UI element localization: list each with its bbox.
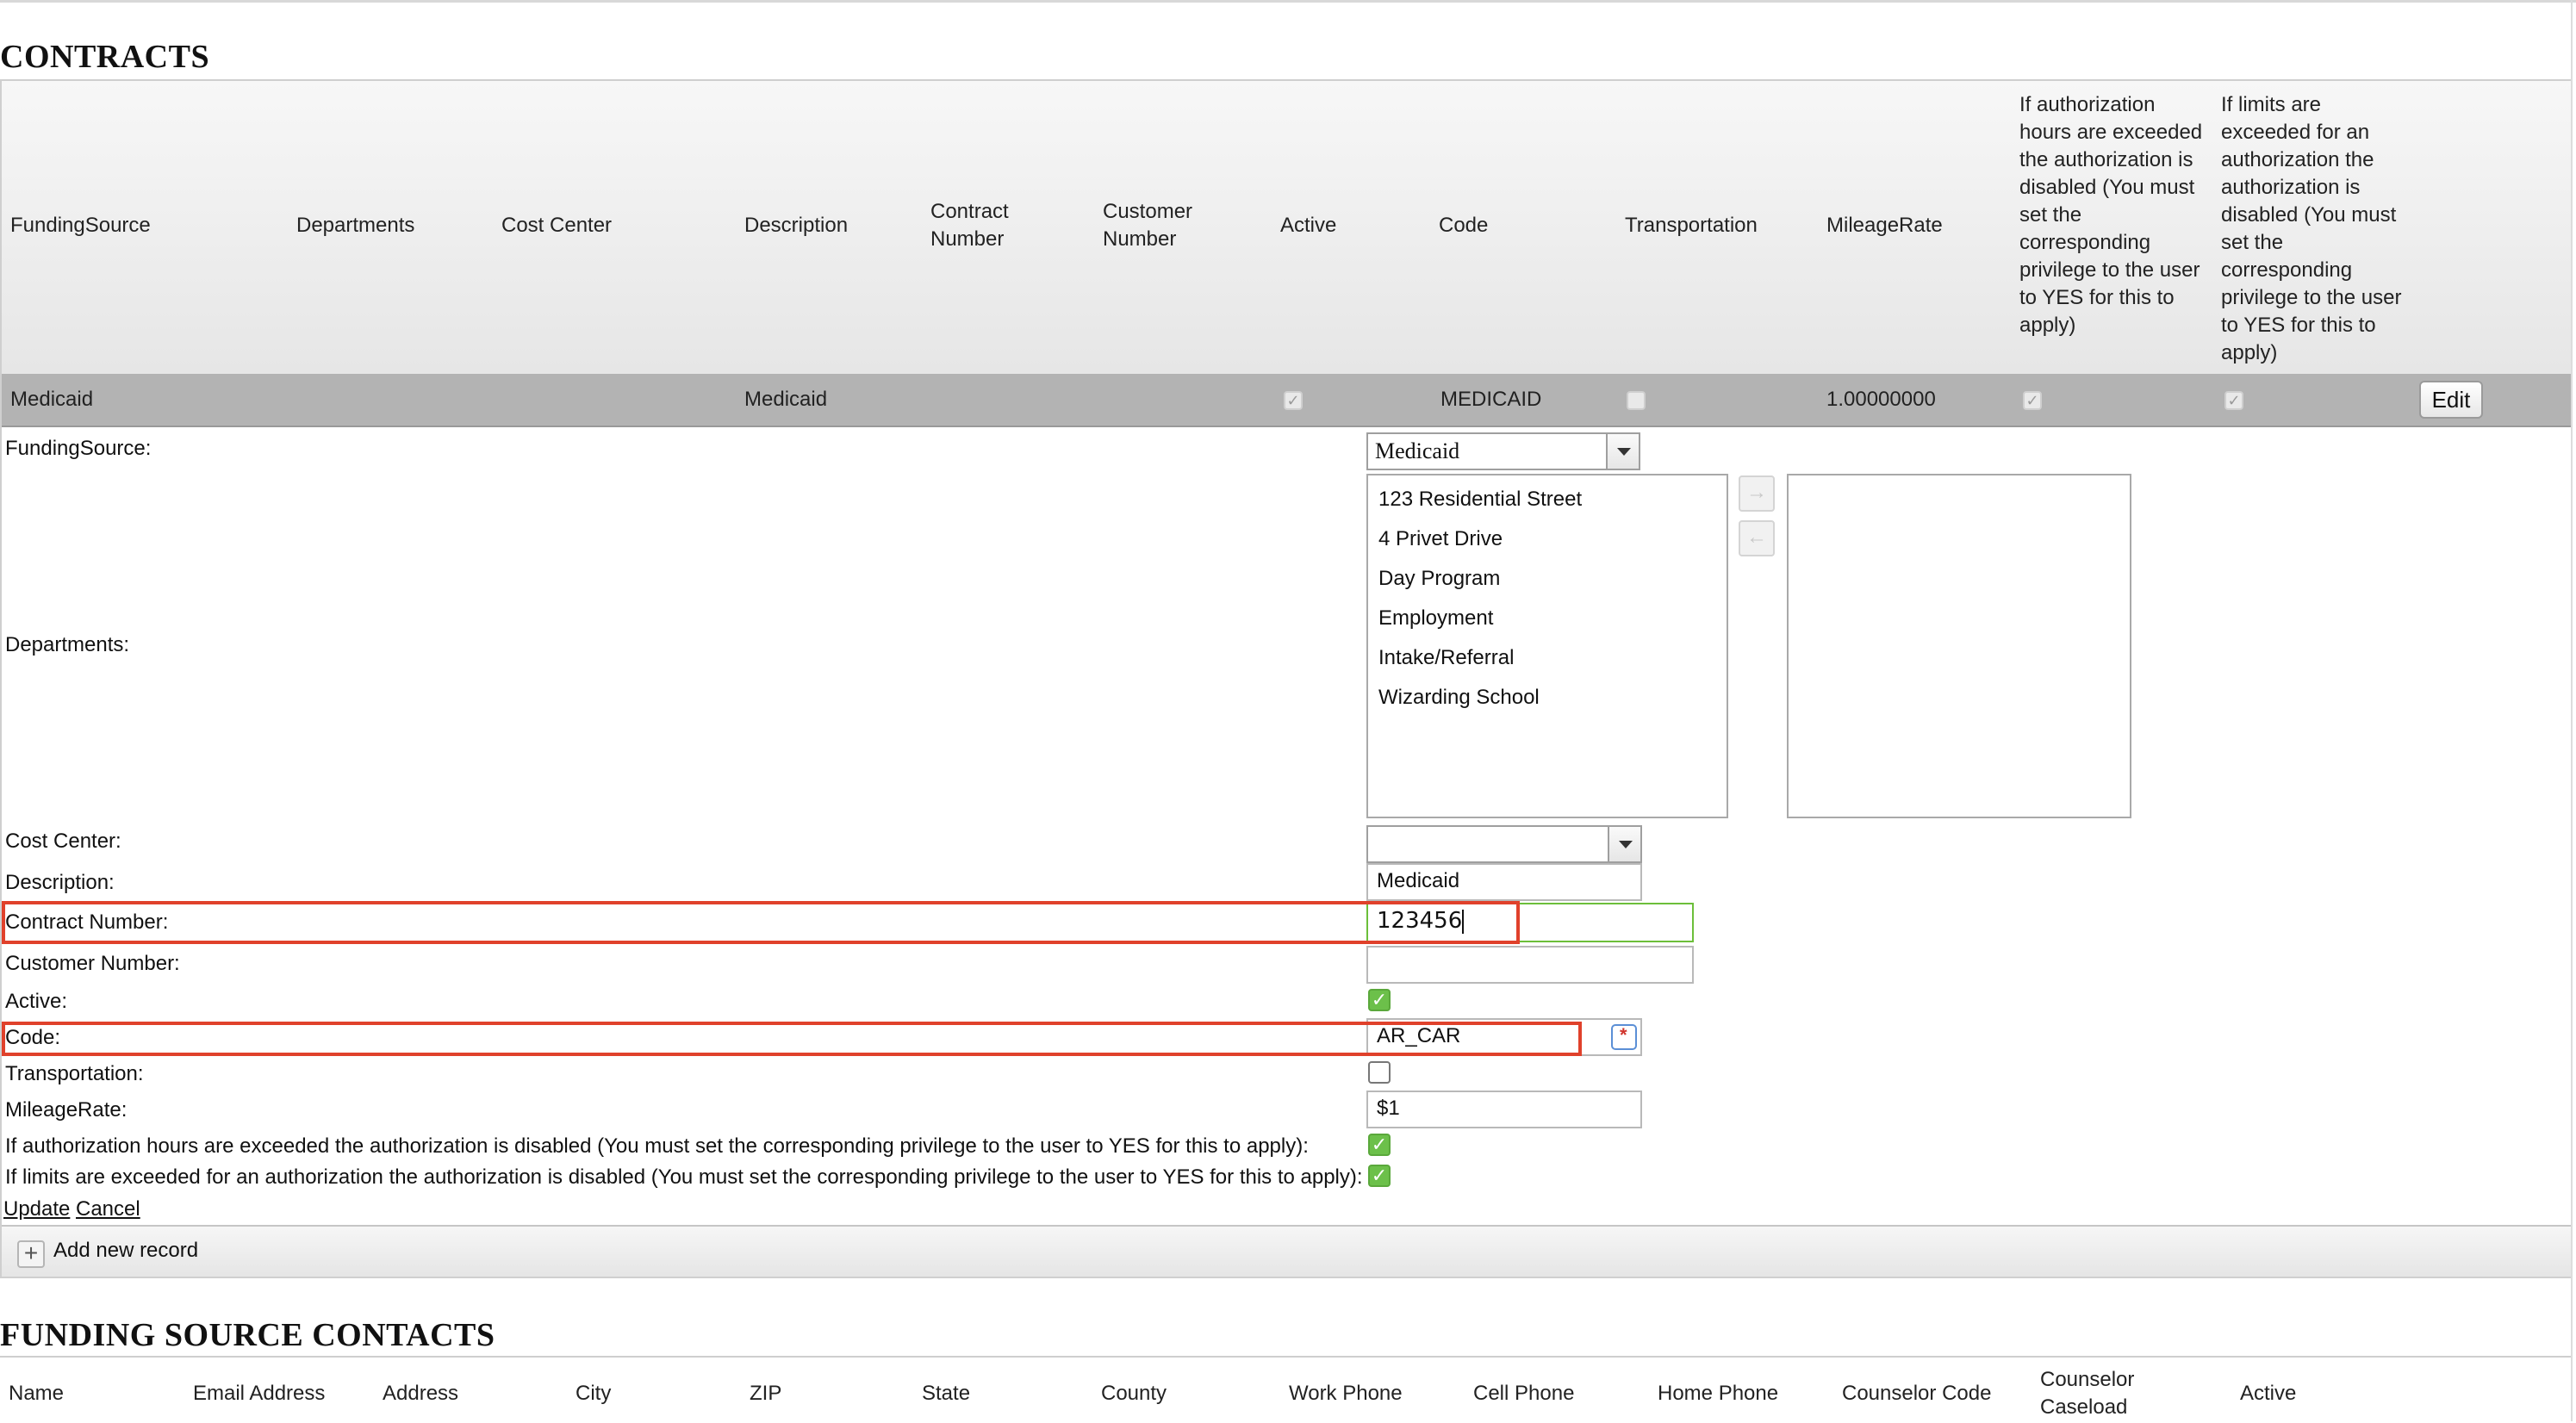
col-city[interactable]: City xyxy=(576,1380,611,1407)
col-funding-source[interactable]: FundingSource xyxy=(10,212,151,239)
col-active[interactable]: Active xyxy=(2240,1380,2296,1407)
customer-number-input[interactable] xyxy=(1366,946,1694,984)
col-cost-center[interactable]: Cost Center xyxy=(501,212,612,239)
row-description: Medicaid xyxy=(744,388,828,411)
funding-source-select[interactable]: Medicaid xyxy=(1366,432,1640,470)
list-item[interactable]: Intake/Referral xyxy=(1378,646,1514,670)
list-item[interactable]: 123 Residential Street xyxy=(1378,488,1582,512)
label-customer-number: Customer Number: xyxy=(5,952,180,975)
list-item[interactable]: Day Program xyxy=(1378,567,1500,591)
label-limits-rule: If limits are exceeded for an authorizat… xyxy=(5,1165,1363,1189)
row-limits-check-icon: ✓ xyxy=(2224,391,2243,410)
col-name[interactable]: Name xyxy=(9,1380,64,1407)
add-new-record-button[interactable]: Add new record xyxy=(53,1239,198,1263)
contracts-title: CONTRACTS xyxy=(0,39,210,75)
departments-selected-list[interactable] xyxy=(1787,474,2131,818)
description-input[interactable]: Medicaid xyxy=(1366,863,1642,901)
col-code[interactable]: Code xyxy=(1439,212,1488,239)
row-code: MEDICAID xyxy=(1440,388,1542,411)
highlight-code xyxy=(2,1022,1582,1056)
top-divider xyxy=(0,0,2576,3)
cost-center-select[interactable] xyxy=(1366,825,1642,863)
row-mileage-rate: 1.00000000 xyxy=(1826,388,1936,411)
col-cell-phone[interactable]: Cell Phone xyxy=(1473,1380,1574,1407)
chevron-down-icon[interactable] xyxy=(1608,827,1640,861)
right-divider xyxy=(2571,0,2573,1421)
grid-toolbar: + Add new record xyxy=(2,1225,2571,1277)
row-active-check-icon: ✓ xyxy=(1284,391,1303,410)
col-active[interactable]: Active xyxy=(1280,212,1336,239)
label-funding-source: FundingSource: xyxy=(5,437,152,460)
col-description[interactable]: Description xyxy=(744,212,848,239)
list-item[interactable]: Wizarding School xyxy=(1378,686,1540,710)
table-row[interactable]: Medicaid Medicaid ✓ MEDICAID 1.00000000 … xyxy=(2,374,2571,427)
col-counselor-caseload[interactable]: Counselor Caseload xyxy=(2040,1366,2152,1421)
col-home-phone[interactable]: Home Phone xyxy=(1658,1380,1778,1407)
highlight-contract-number xyxy=(2,901,1520,944)
col-mileage-rate[interactable]: MileageRate xyxy=(1826,212,1943,239)
col-transportation[interactable]: Transportation xyxy=(1625,212,1758,239)
col-limits-rule[interactable]: If limits are exceeded for an authorizat… xyxy=(2221,91,2407,367)
grid-header: FundingSource Departments Cost Center De… xyxy=(2,81,2571,376)
departments-available-list[interactable]: 123 Residential Street 4 Privet Drive Da… xyxy=(1366,474,1728,818)
active-checkbox[interactable]: ✓ xyxy=(1368,989,1391,1011)
col-state[interactable]: State xyxy=(922,1380,970,1407)
row-funding-source: Medicaid xyxy=(10,388,94,411)
col-customer-number[interactable]: Customer Number xyxy=(1103,198,1215,253)
label-transportation: Transportation: xyxy=(5,1062,144,1085)
update-link[interactable]: Update xyxy=(3,1197,70,1221)
mileage-rate-input[interactable]: $1 xyxy=(1366,1091,1642,1128)
label-mileage-rate: MileageRate: xyxy=(5,1098,128,1122)
required-field-icon[interactable] xyxy=(1611,1024,1637,1050)
col-auth-hours-rule[interactable]: If authorization hours are exceeded the … xyxy=(2019,91,2206,339)
limits-checkbox[interactable]: ✓ xyxy=(1368,1165,1391,1187)
auth-hours-checkbox[interactable]: ✓ xyxy=(1368,1134,1391,1156)
list-item[interactable]: 4 Privet Drive xyxy=(1378,527,1503,551)
label-active: Active: xyxy=(5,990,68,1013)
transportation-checkbox[interactable] xyxy=(1368,1061,1391,1084)
funding-source-contacts-title: FUNDING SOURCE CONTACTS xyxy=(0,1317,495,1353)
edit-button[interactable]: Edit xyxy=(2419,381,2483,419)
contracts-grid: FundingSource Departments Cost Center De… xyxy=(0,79,2571,1278)
arrow-right-icon[interactable]: → xyxy=(1739,475,1775,512)
col-county[interactable]: County xyxy=(1101,1380,1167,1407)
cancel-link[interactable]: Cancel xyxy=(76,1197,140,1221)
col-counselor-code[interactable]: Counselor Code xyxy=(1842,1380,1991,1407)
plus-icon[interactable]: + xyxy=(17,1240,45,1268)
col-address[interactable]: Address xyxy=(383,1380,458,1407)
col-email-address[interactable]: Email Address xyxy=(193,1380,325,1407)
arrow-left-icon[interactable]: ← xyxy=(1739,520,1775,556)
label-cost-center: Cost Center: xyxy=(5,830,121,853)
col-zip[interactable]: ZIP xyxy=(750,1380,781,1407)
col-work-phone[interactable]: Work Phone xyxy=(1289,1380,1403,1407)
label-auth-hours-rule: If authorization hours are exceeded the … xyxy=(5,1134,1309,1158)
funding-source-value: Medicaid xyxy=(1375,438,1460,463)
row-transportation-check-icon xyxy=(1627,391,1646,410)
contacts-grid-header: Name Email Address Address City ZIP Stat… xyxy=(0,1356,2571,1423)
label-description: Description: xyxy=(5,871,115,894)
col-contract-number[interactable]: Contract Number xyxy=(930,198,1042,253)
list-item[interactable]: Employment xyxy=(1378,606,1493,631)
row-auth-hours-check-icon: ✓ xyxy=(2023,391,2042,410)
col-departments[interactable]: Departments xyxy=(296,212,414,239)
chevron-down-icon[interactable] xyxy=(1606,434,1639,469)
label-departments: Departments: xyxy=(5,633,130,656)
